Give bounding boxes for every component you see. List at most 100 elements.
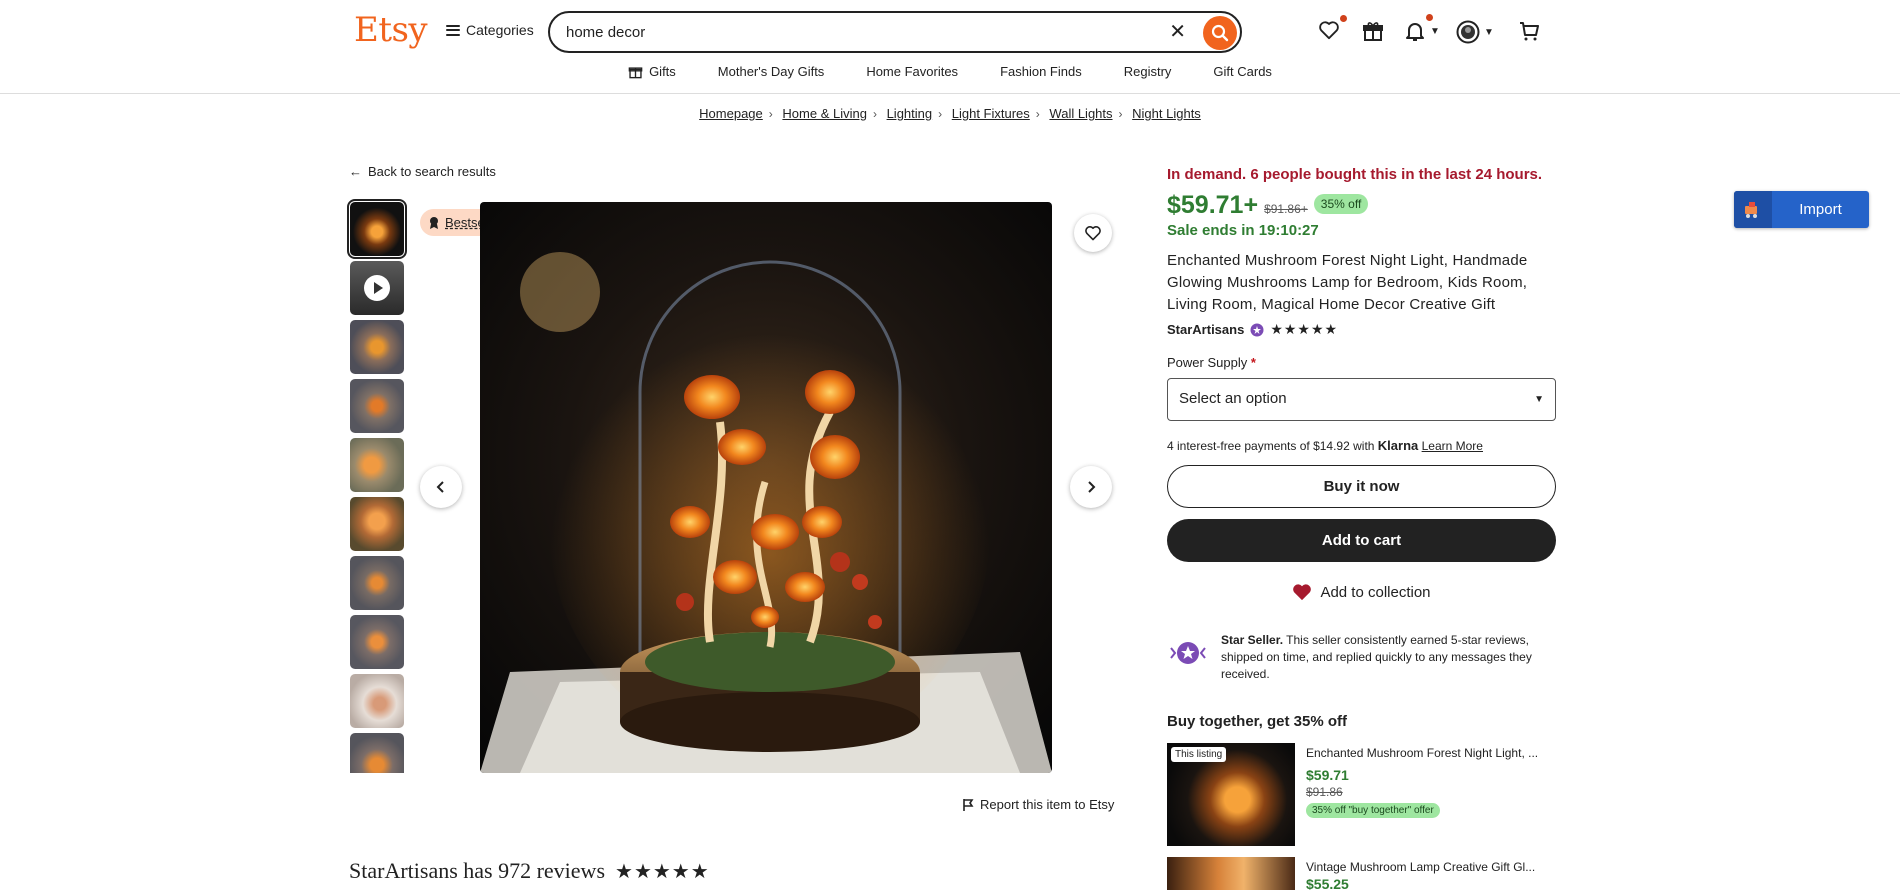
breadcrumb-night-lights[interactable]: Night Lights <box>1132 106 1201 121</box>
shop-name-link[interactable]: StarArtisans <box>1167 322 1244 337</box>
search-button[interactable] <box>1203 16 1237 50</box>
chevron-right-icon: › <box>938 107 943 121</box>
categories-button[interactable]: Categories <box>446 22 534 38</box>
buy-together-image <box>1167 857 1295 890</box>
buy-together-image: This listing <box>1167 743 1295 846</box>
thumbnail-image[interactable] <box>350 497 404 551</box>
report-item-link[interactable]: Report this item to Etsy <box>962 797 1114 812</box>
heart-icon <box>1293 584 1312 601</box>
next-image-button[interactable] <box>1070 466 1112 508</box>
discount-badge: 35% off <box>1313 194 1369 214</box>
demand-notice: In demand. 6 people bought this in the l… <box>1167 166 1543 183</box>
gift-icon <box>1363 22 1383 41</box>
gift-icon <box>628 67 643 79</box>
chevron-down-icon: ▼ <box>1430 25 1440 37</box>
caret-down-icon: ▼ <box>1534 394 1544 405</box>
category-nav: Gifts Mother's Day Gifts Home Favorites … <box>0 64 1900 79</box>
buy-together-name: Vintage Mushroom Lamp Creative Gift Gl..… <box>1306 860 1536 874</box>
thumbnail-image[interactable] <box>350 438 404 492</box>
thumbnail-image[interactable] <box>350 615 404 669</box>
gift-button[interactable] <box>1362 20 1384 42</box>
notification-dot <box>1340 15 1347 22</box>
import-button[interactable]: Import <box>1734 191 1869 228</box>
rating-stars: ★★★★★ <box>615 860 710 883</box>
this-listing-tag: This listing <box>1171 747 1227 762</box>
chevron-right-icon <box>1088 481 1096 493</box>
thumbnail-image[interactable] <box>347 199 407 259</box>
klarna-info: 4 interest-free payments of $14.92 with … <box>1167 438 1483 453</box>
chevron-down-icon: ▼ <box>1484 26 1494 38</box>
nav-fashion-finds[interactable]: Fashion Finds <box>979 64 1103 79</box>
buy-together-item[interactable]: This listing Enchanted Mushroom Forest N… <box>1167 743 1556 846</box>
chevron-right-icon: › <box>1035 107 1040 121</box>
breadcrumb-wall-lights[interactable]: Wall Lights <box>1049 106 1112 121</box>
sale-price: $59.71+ <box>1167 191 1259 219</box>
add-to-collection-button[interactable]: Add to collection <box>1167 583 1556 601</box>
nav-registry[interactable]: Registry <box>1103 64 1193 79</box>
klarna-logo: Klarna <box>1377 438 1419 453</box>
chevron-right-icon: › <box>1118 107 1123 121</box>
learn-more-link[interactable]: Learn More <box>1422 439 1483 453</box>
original-price: $91.86+ <box>1264 202 1308 216</box>
bell-icon <box>1406 23 1424 41</box>
listing-title: Enchanted Mushroom Forest Night Light, H… <box>1167 252 1528 313</box>
favorite-button[interactable] <box>1074 214 1112 252</box>
account-button[interactable]: ▼ <box>1456 20 1494 44</box>
clear-search-icon[interactable]: ✕ <box>1169 21 1186 43</box>
product-image[interactable] <box>480 202 1052 773</box>
nav-gift-cards[interactable]: Gift Cards <box>1192 64 1293 79</box>
heart-icon <box>1085 226 1101 241</box>
search-bar: ✕ <box>548 11 1242 53</box>
chevron-right-icon: › <box>768 107 773 121</box>
power-supply-select[interactable]: Select an option ▼ <box>1167 378 1556 421</box>
breadcrumb-lighting[interactable]: Lighting <box>887 106 933 121</box>
etsy-logo[interactable]: Etsy <box>354 10 428 50</box>
add-to-cart-button[interactable]: Add to cart <box>1167 519 1556 562</box>
thumbnail-image[interactable] <box>350 674 404 728</box>
chevron-left-icon <box>436 481 444 493</box>
shop-rating-stars: ★★★★★ <box>1270 321 1339 337</box>
menu-icon <box>446 24 460 36</box>
power-supply-label: Power Supply * <box>1167 355 1256 370</box>
thumbnail-image[interactable] <box>350 320 404 374</box>
search-input[interactable] <box>566 21 1126 43</box>
play-icon <box>364 275 390 301</box>
buy-together-price: $59.71 <box>1306 767 1349 783</box>
favorites-button[interactable] <box>1318 15 1347 40</box>
sale-countdown: Sale ends in 19:10:27 <box>1167 222 1319 239</box>
star-seller-icon <box>1250 323 1264 336</box>
nav-home-favorites[interactable]: Home Favorites <box>845 64 979 79</box>
cart-icon <box>1520 22 1539 41</box>
cart-button[interactable] <box>1518 20 1540 42</box>
buy-together-name: Enchanted Mushroom Forest Night Light, .… <box>1306 746 1539 760</box>
buy-it-now-button[interactable]: Buy it now <box>1167 465 1556 508</box>
categories-label: Categories <box>466 22 534 38</box>
buy-together-price: $55.25 <box>1306 876 1349 890</box>
thumbnail-image[interactable] <box>350 556 404 610</box>
flag-icon <box>963 798 974 811</box>
nav-mothers-day-gifts[interactable]: Mother's Day Gifts <box>697 64 846 79</box>
breadcrumb-homepage[interactable]: Homepage <box>699 106 763 121</box>
breadcrumb: Homepage › Home & Living › Lighting › Light… <box>0 106 1900 121</box>
star-seller-notice: Star Seller. This seller consistently ea… <box>1167 632 1556 683</box>
chevron-right-icon: › <box>872 107 877 121</box>
thumbnail-image[interactable] <box>350 379 404 433</box>
site-header: Etsy Categories ✕ ▼ ▼ Gifts Mother's Day… <box>0 0 1900 94</box>
notifications-button[interactable]: ▼ <box>1404 14 1440 42</box>
nav-gifts[interactable]: Gifts <box>607 64 697 79</box>
buy-together-heading: Buy together, get 35% off <box>1167 713 1348 730</box>
price-row: $59.71+ $91.86+ 35% off <box>1167 191 1369 220</box>
award-icon <box>430 216 438 229</box>
thumbnail-image[interactable] <box>350 733 404 773</box>
mushroom-lamp-image <box>480 202 1052 773</box>
buy-together-offer-badge: 35% off "buy together" offer <box>1306 803 1440 818</box>
import-extension-icon <box>1734 191 1772 228</box>
reviews-heading: StarArtisans has 972 reviews ★★★★★ <box>349 858 710 883</box>
back-to-results-link[interactable]: ← Back to search results <box>349 164 496 179</box>
breadcrumb-home-living[interactable]: Home & Living <box>782 106 867 121</box>
previous-image-button[interactable] <box>420 466 462 508</box>
breadcrumb-light-fixtures[interactable]: Light Fixtures <box>952 106 1030 121</box>
star-seller-badge-icon <box>1170 642 1206 664</box>
video-thumbnail[interactable] <box>350 261 404 315</box>
buy-together-item[interactable]: Vintage Mushroom Lamp Creative Gift Gl..… <box>1167 857 1556 890</box>
